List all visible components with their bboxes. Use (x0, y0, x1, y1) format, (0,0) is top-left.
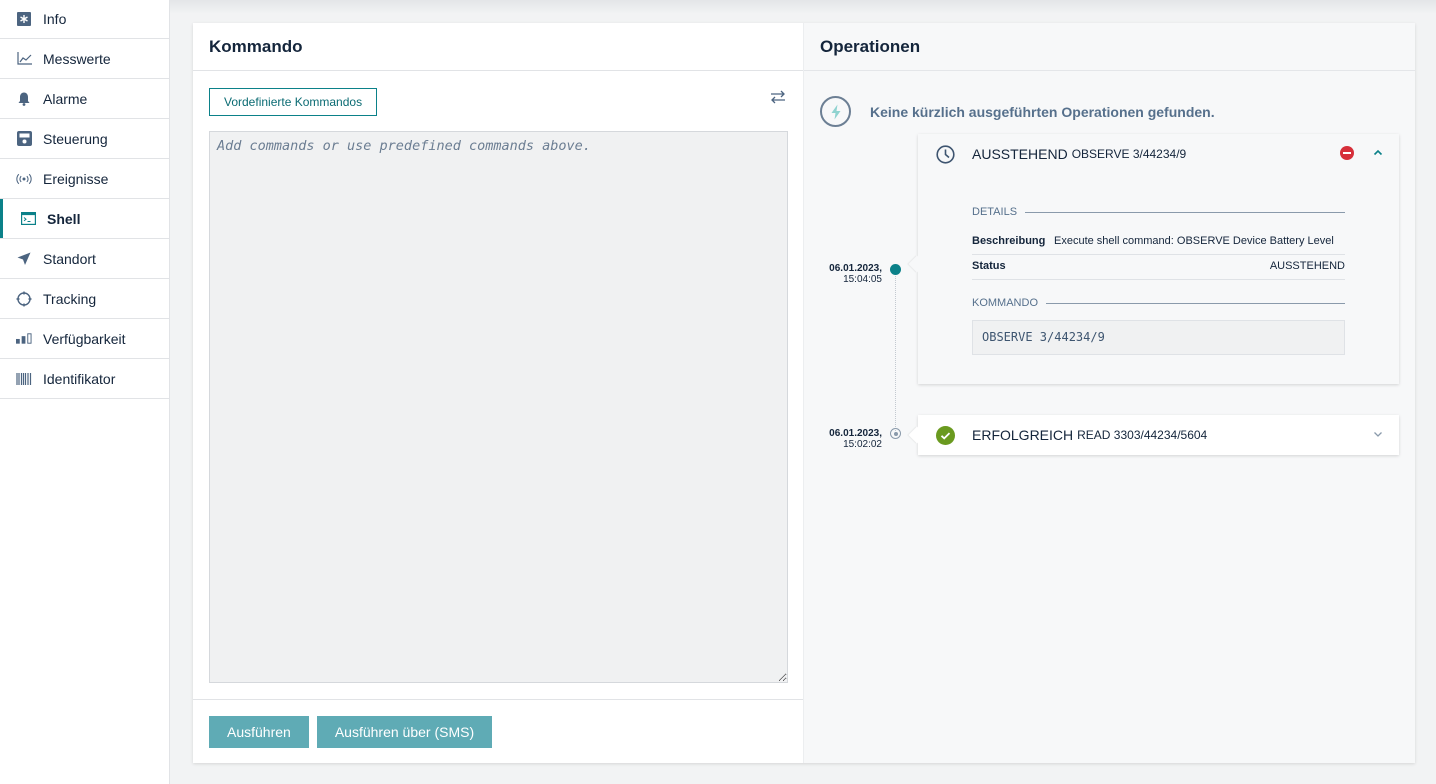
sidebar-item-identifikator[interactable]: Identifikator (0, 359, 169, 399)
command-footer: Ausführen Ausführen über (SMS) (193, 699, 803, 763)
shell-card: Kommando Vordefinierte Kommandos Ausführ… (193, 23, 1415, 763)
timeline-dot-active (890, 264, 901, 275)
sidebar-item-label: Ereignisse (43, 170, 109, 187)
sidebar-item-info[interactable]: Info (0, 0, 169, 39)
operation-date: 06.01.2023, (829, 428, 882, 439)
bell-icon (16, 91, 32, 107)
timeline-line (895, 270, 896, 433)
operation-status: AUSSTEHEND (972, 146, 1068, 162)
sidebar-item-standort[interactable]: Standort (0, 239, 169, 279)
control-panel-icon (16, 131, 32, 147)
sidebar-item-steuerung[interactable]: Steuerung (0, 119, 169, 159)
lightning-icon (820, 96, 851, 127)
cancel-operation-icon[interactable] (1340, 146, 1354, 160)
sidebar-item-label: Info (43, 11, 67, 27)
info-asterisk-icon (16, 11, 32, 27)
operation-header[interactable]: AUSSTEHEND OBSERVE 3/44234/9 (918, 134, 1399, 174)
divider (1025, 211, 1345, 213)
sidebar-item-label: Alarme (43, 90, 88, 107)
broadcast-icon (16, 171, 32, 187)
sidebar-item-ereignisse[interactable]: Ereignisse (0, 159, 169, 199)
check-circle-icon (936, 425, 955, 445)
sidebar-item-label: Tracking (43, 290, 97, 307)
sidebar-item-label: Identifikator (43, 370, 116, 387)
operation-item: AUSSTEHEND OBSERVE 3/44234/9 DETAILS Bes… (918, 134, 1399, 384)
command-title: Kommando (193, 23, 803, 71)
chevron-up-icon[interactable] (1371, 146, 1385, 160)
description-row: Beschreibung Execute shell command: OBSE… (972, 230, 1345, 255)
timeline-dot (890, 428, 901, 439)
clock-icon (936, 144, 955, 164)
description-value: Execute shell command: OBSERVE Device Ba… (1054, 235, 1334, 247)
sidebar-item-messwerte[interactable]: Messwerte (0, 39, 169, 79)
execute-button[interactable]: Ausführen (209, 715, 309, 748)
command-editor[interactable] (209, 131, 788, 683)
operation-command: OBSERVE 3/44234/9 (1071, 147, 1187, 161)
operations-panel: Operationen Keine kürzlich ausgeführten … (804, 23, 1415, 763)
status-label: Status (972, 260, 1006, 272)
top-shadow (170, 0, 1436, 14)
sidebar-item-verfuegbarkeit[interactable]: Verfügbarkeit (0, 319, 169, 359)
operation-timestamp: 06.01.2023, 15:04:05 (804, 263, 882, 285)
sidebar-item-label: Steuerung (43, 130, 108, 147)
empty-state: Keine kürzlich ausgeführten Operationen … (820, 96, 1215, 127)
divider (1046, 302, 1345, 304)
swap-arrows-icon[interactable] (769, 89, 787, 105)
sidebar-item-alarme[interactable]: Alarme (0, 79, 169, 119)
sidebar-item-shell[interactable]: Shell (0, 199, 169, 239)
chevron-down-icon[interactable] (1371, 427, 1385, 441)
sidebar: Info Messwerte Alarme Steuerung Ereignis… (0, 0, 170, 784)
command-panel: Kommando Vordefinierte Kommandos Ausführ… (193, 23, 804, 763)
sidebar-item-label: Shell (47, 210, 81, 227)
description-label: Beschreibung (972, 235, 1046, 247)
operation-item: ERFOLGREICH READ 3303/44234/5604 (918, 415, 1399, 455)
details-title: DETAILS (972, 206, 1018, 218)
operation-status: ERFOLGREICH (972, 427, 1074, 443)
line-chart-icon (16, 51, 32, 67)
sidebar-item-label: Standort (43, 250, 96, 267)
details-heading: DETAILS (972, 206, 1345, 218)
command-heading: KOMMANDO (972, 297, 1345, 309)
operation-header[interactable]: ERFOLGREICH READ 3303/44234/5604 (918, 415, 1399, 455)
operation-time: 15:02:02 (843, 439, 882, 450)
terminal-icon (20, 211, 36, 227)
operation-time: 15:04:05 (843, 274, 882, 285)
sidebar-item-label: Messwerte (43, 50, 111, 67)
operation-details: DETAILS Beschreibung Execute shell comma… (972, 206, 1345, 384)
operation-command: READ 3303/44234/5604 (1077, 428, 1208, 442)
operation-date: 06.01.2023, (829, 263, 882, 274)
predefined-commands-button[interactable]: Vordefinierte Kommandos (209, 88, 378, 116)
operations-title: Operationen (804, 23, 1415, 71)
sidebar-item-tracking[interactable]: Tracking (0, 279, 169, 319)
status-value: AUSSTEHEND (1269, 260, 1345, 272)
status-row: Status AUSSTEHEND (972, 255, 1345, 280)
command-value-box: OBSERVE 3/44234/9 (972, 320, 1345, 355)
barcode-icon (16, 371, 32, 387)
operation-timestamp: 06.01.2023, 15:02:02 (804, 428, 882, 450)
location-arrow-icon (16, 251, 32, 267)
sidebar-item-label: Verfügbarkeit (43, 330, 126, 347)
crosshair-icon (16, 291, 32, 307)
empty-message: Keine kürzlich ausgeführten Operationen … (870, 103, 1215, 120)
signal-bars-icon (16, 331, 32, 347)
execute-sms-button[interactable]: Ausführen über (SMS) (316, 715, 493, 748)
command-section-title: KOMMANDO (972, 297, 1038, 309)
